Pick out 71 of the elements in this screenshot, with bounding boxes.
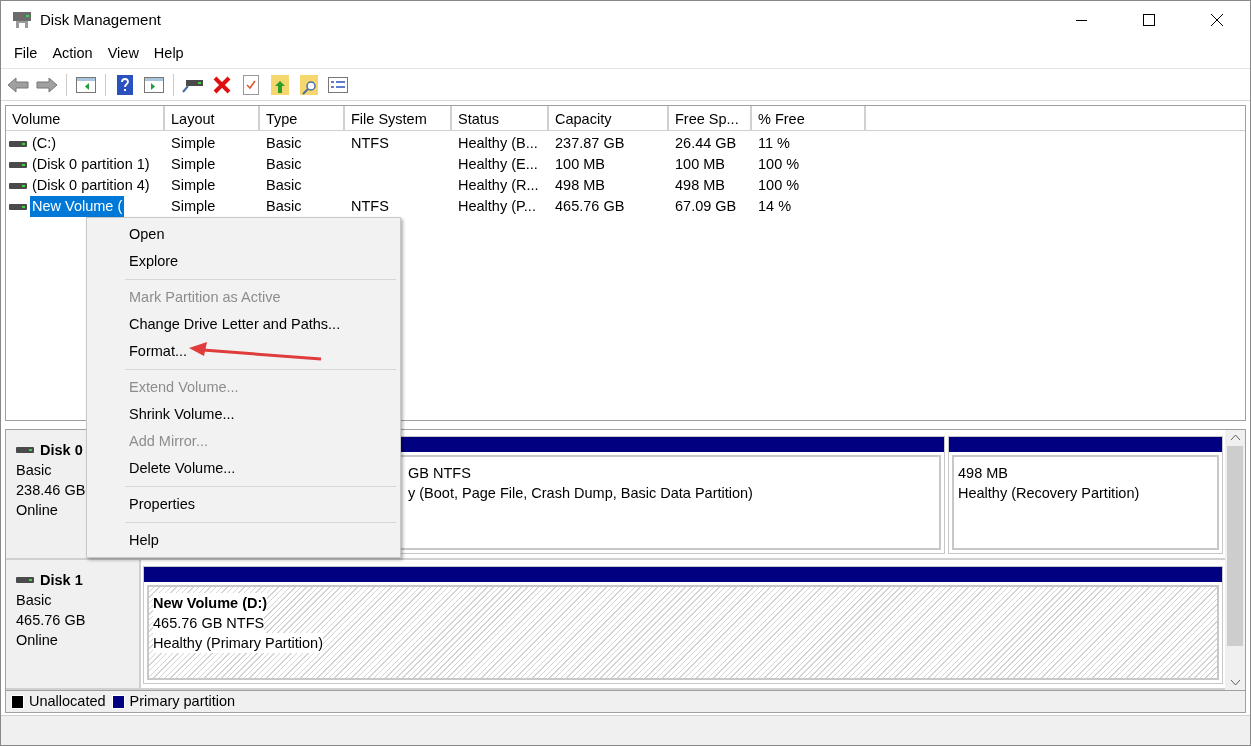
drive-icon (16, 576, 34, 584)
drive-icon (9, 160, 27, 169)
legend-label: Unallocated (29, 691, 106, 711)
menu-item[interactable]: Format... (87, 338, 400, 365)
disk-size: 238.46 GB (16, 481, 87, 500)
table-cell-text: Basic (265, 175, 302, 195)
table-cell-text: 498 MB (674, 175, 725, 195)
disk-size: 465.76 GB (16, 611, 87, 630)
partition-detail: Healthy (Primary Partition) (153, 633, 323, 653)
menu-item[interactable]: Shrink Volume... (87, 401, 400, 428)
table-cell[interactable]: New Volume ( (30, 195, 125, 218)
table-cell[interactable]: (Disk 0 partition 4) (30, 174, 152, 197)
disk-type: Basic (16, 591, 53, 610)
scrollbar[interactable] (1225, 430, 1245, 690)
table-cell-text: 67.09 GB (674, 196, 737, 216)
table-cell-text: Basic (265, 196, 302, 216)
table-cell-text: 465.76 GB (554, 196, 625, 216)
disk-info-panel[interactable]: Disk 1 Basic 465.76 GB Online (6, 560, 141, 688)
scroll-down-icon (1230, 680, 1240, 685)
partition-title: New Volume (D:) (153, 593, 268, 613)
table-cell-text: Healthy (B... (457, 133, 538, 153)
drive-icon (9, 139, 27, 148)
legend-label: Primary partition (129, 691, 236, 711)
disk-name: Disk 0 (40, 441, 83, 460)
disk-management-icon (12, 11, 32, 29)
table-cell-text: 100 % (757, 175, 800, 195)
table-cell-text: Simple (170, 175, 216, 195)
menu-item[interactable]: Explore (87, 248, 400, 275)
table-cell-text: 498 MB (554, 175, 605, 195)
partition-detail: y (Boot, Page File, Crash Dump, Basic Data Partition) (408, 484, 753, 503)
table-cell-text: NTFS (350, 196, 389, 216)
table-cell-text: Healthy (R... (457, 175, 539, 195)
disk-status: Online (16, 631, 59, 650)
table-cell-text: Simple (170, 133, 216, 153)
menu-item[interactable]: Change Drive Letter and Paths... (87, 311, 400, 338)
minimize-icon (1075, 19, 1087, 21)
disk-name: Disk 1 (40, 571, 83, 590)
menu-item[interactable]: Help (146, 41, 191, 66)
table-cell-text: Basic (265, 133, 302, 153)
partition-block[interactable]: New Volume (D:) 465.76 GB NTFS Healthy (Primary Partition) (143, 566, 1223, 684)
table-cell[interactable]: (Disk 0 partition 1) (30, 153, 152, 176)
maximize-icon (1143, 14, 1155, 26)
partition-detail: GB NTFS (408, 464, 471, 483)
table-cell-text: Healthy (E... (457, 154, 538, 174)
table-cell-text: 26.44 GB (674, 133, 737, 153)
window-title: Disk Management (40, 9, 161, 30)
partition-detail: 498 MB (958, 464, 1008, 483)
table-cell-text: 11 % (757, 133, 790, 153)
menu-item[interactable]: File (7, 41, 45, 66)
table-cell-text: 100 MB (674, 154, 725, 174)
close-icon (1211, 14, 1223, 26)
table-cell-text: Basic (265, 154, 302, 174)
table-cell-text: 237.87 GB (554, 133, 625, 153)
table-cell-text: NTFS (350, 133, 389, 153)
partition-block[interactable]: 498 MB Healthy (Recovery Partition) (948, 436, 1223, 554)
partition-detail: 465.76 GB NTFS (153, 613, 265, 633)
drive-icon (9, 202, 27, 211)
table-cell[interactable]: (C:) (30, 132, 59, 155)
table-cell-text: 100 % (757, 154, 800, 174)
table-cell-text: Healthy (P... (457, 196, 536, 216)
table-cell-text: 100 MB (554, 154, 605, 174)
partition-detail: Healthy (Recovery Partition) (958, 484, 1140, 503)
drive-icon (9, 181, 27, 190)
menu-item[interactable]: View (100, 41, 146, 66)
table-cell-text: 14 % (757, 196, 792, 216)
table-cell-text: Simple (170, 196, 216, 216)
table-cell-text: Simple (170, 154, 216, 174)
menu-item[interactable]: Action (45, 41, 100, 66)
drive-icon (16, 446, 34, 454)
menu-item[interactable]: Open (87, 221, 400, 248)
scroll-up-icon (1230, 435, 1240, 440)
